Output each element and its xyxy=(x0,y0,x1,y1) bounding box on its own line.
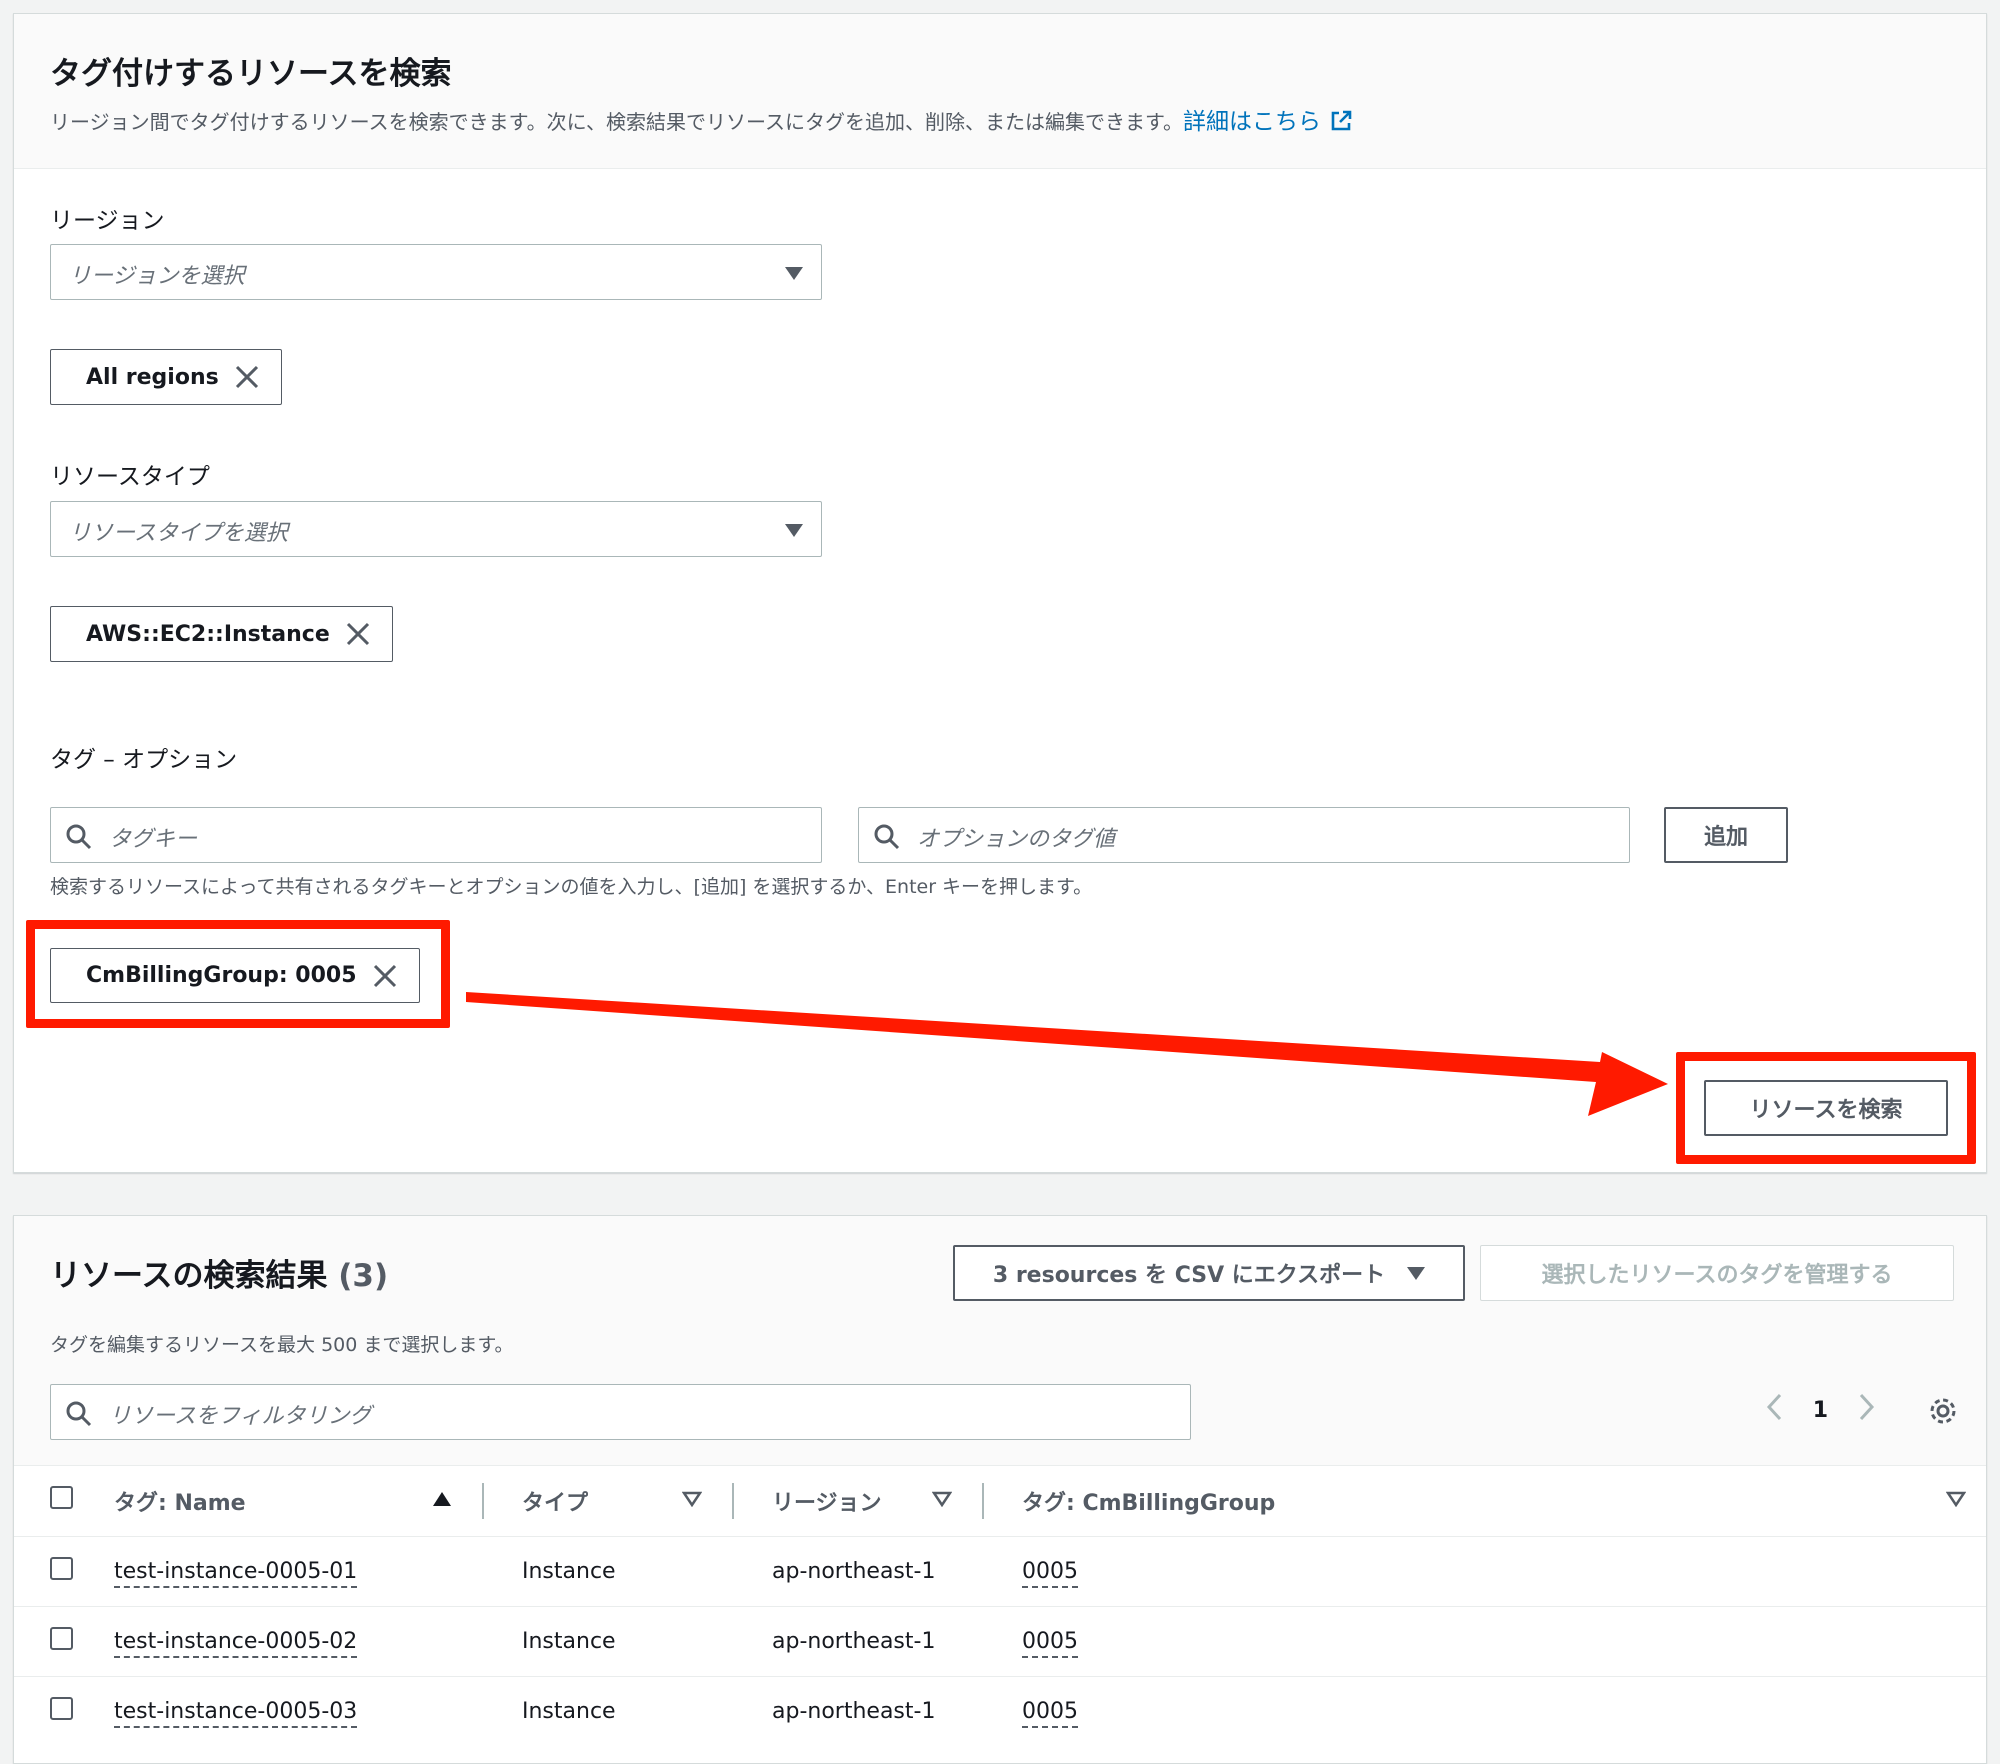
add-tag-button[interactable]: 追加 xyxy=(1664,807,1788,863)
search-results-panel: リソースの検索結果 (3) 3 resources を CSV にエクスポート … xyxy=(13,1215,1987,1764)
highlight-box-tag-token xyxy=(26,920,450,1028)
tags-label: タグ – オプション xyxy=(50,747,238,773)
pagination: 1 xyxy=(1765,1392,1876,1428)
column-billing-group-label: タグ: CmBillingGroup xyxy=(1022,1490,1276,1516)
caret-down-icon xyxy=(1407,1266,1426,1280)
billing-group-value[interactable]: 0005 xyxy=(1022,1558,1078,1588)
region-label: リージョン xyxy=(50,208,165,234)
cell-region: ap-northeast-1 xyxy=(772,1698,936,1724)
column-header-billing-group[interactable]: タグ: CmBillingGroup xyxy=(1004,1466,1986,1537)
select-all-checkbox[interactable] xyxy=(50,1486,73,1510)
sort-icon xyxy=(931,1488,953,1513)
results-title-text: リソースの検索結果 xyxy=(50,1258,328,1294)
filter-resources-input[interactable]: リソースをフィルタリング xyxy=(50,1384,1191,1440)
results-description: タグを編集するリソースを最大 500 まで選択します。 xyxy=(50,1334,514,1356)
column-type-label: タイプ xyxy=(522,1490,589,1516)
caret-down-icon xyxy=(785,524,803,537)
resource-name[interactable]: test-instance-0005-03 xyxy=(114,1698,358,1728)
sort-icon xyxy=(681,1488,703,1513)
search-icon xyxy=(873,823,901,855)
column-divider xyxy=(732,1482,734,1519)
resource-type-token: AWS::EC2::Instance xyxy=(50,606,393,662)
dismiss-icon[interactable] xyxy=(346,622,370,646)
row-checkbox[interactable] xyxy=(50,1556,73,1580)
cell-region: ap-northeast-1 xyxy=(754,1536,1004,1607)
resource-type-token-label: AWS::EC2::Instance xyxy=(86,621,330,647)
region-select[interactable]: リージョンを選択 xyxy=(50,244,822,300)
column-header-region[interactable]: リージョン xyxy=(754,1466,1004,1537)
resource-name[interactable]: test-instance-0005-01 xyxy=(114,1558,358,1588)
results-header: リソースの検索結果 (3) 3 resources を CSV にエクスポート … xyxy=(14,1216,1986,1466)
next-page-icon[interactable] xyxy=(1858,1392,1876,1428)
learn-more-link[interactable]: 詳細はこちら xyxy=(1183,109,1353,135)
dismiss-icon[interactable] xyxy=(235,365,259,389)
cell-billing-group: 0005 xyxy=(1004,1606,1986,1677)
billing-group-value[interactable]: 0005 xyxy=(1022,1698,1078,1728)
search-icon xyxy=(65,1400,93,1432)
current-page-number[interactable]: 1 xyxy=(1813,1398,1828,1423)
page-title: タグ付けするリソースを検索 xyxy=(50,56,452,92)
page-description: リージョン間でタグ付けするリソースを検索できます。次に、検索結果でリソースにタグ… xyxy=(50,102,1353,139)
tag-value-placeholder: オプションのタグ値 xyxy=(917,827,1116,852)
resource-type-select[interactable]: リソースタイプを選択 xyxy=(50,501,822,557)
row-checkbox[interactable] xyxy=(50,1696,73,1720)
export-csv-label: 3 resources を CSV にエクスポート xyxy=(992,1263,1386,1288)
gear-icon[interactable] xyxy=(1928,1396,1958,1430)
cell-name: test-instance-0005-02 xyxy=(114,1606,504,1677)
search-panel-header: タグ付けするリソースを検索 リージョン間でタグ付けするリソースを検索できます。次… xyxy=(14,14,1986,169)
billing-group-value[interactable]: 0005 xyxy=(1022,1628,1078,1658)
export-csv-button[interactable]: 3 resources を CSV にエクスポート xyxy=(953,1245,1465,1301)
resource-type-select-placeholder: リソースタイプを選択 xyxy=(69,521,288,546)
external-link-icon xyxy=(1329,109,1353,139)
table-row[interactable]: test-instance-0005-02 Instance ap-northe… xyxy=(14,1606,1986,1677)
region-token: All regions xyxy=(50,349,282,405)
tag-hint-text: 検索するリソースによって共有されるタグキーとオプションの値を入力し、[追加] を… xyxy=(50,876,1093,898)
table-header-row: タグ: Name タイプ リージョン タグ: CmBillingGroup xyxy=(14,1466,1986,1537)
sort-icon xyxy=(1945,1488,1967,1513)
manage-tags-button[interactable]: 選択したリソースのタグを管理する xyxy=(1480,1245,1954,1301)
tag-key-placeholder: タグキー xyxy=(109,827,198,852)
filter-placeholder: リソースをフィルタリング xyxy=(109,1404,372,1429)
highlight-box-search-button xyxy=(1676,1052,1976,1164)
column-divider xyxy=(482,1482,484,1519)
results-count: (3) xyxy=(338,1258,389,1294)
search-icon xyxy=(65,823,93,855)
row-select-cell xyxy=(14,1606,114,1677)
previous-page-icon[interactable] xyxy=(1765,1392,1783,1428)
cell-billing-group: 0005 xyxy=(1004,1676,1986,1746)
region-token-label: All regions xyxy=(86,364,219,390)
row-checkbox[interactable] xyxy=(50,1626,73,1650)
resource-name[interactable]: test-instance-0005-02 xyxy=(114,1628,358,1658)
row-select-cell xyxy=(14,1536,114,1607)
cell-name: test-instance-0005-03 xyxy=(114,1676,504,1746)
select-all-cell xyxy=(14,1466,114,1537)
caret-down-icon xyxy=(785,267,803,280)
tag-key-input[interactable]: タグキー xyxy=(50,807,822,863)
table-row[interactable]: test-instance-0005-03 Instance ap-northe… xyxy=(14,1676,1986,1746)
cell-type: Instance xyxy=(522,1698,616,1724)
column-region-label: リージョン xyxy=(772,1490,882,1516)
cell-billing-group: 0005 xyxy=(1004,1536,1986,1607)
column-header-name[interactable]: タグ: Name xyxy=(114,1466,504,1537)
cell-type: Instance xyxy=(504,1606,754,1677)
results-table: タグ: Name タイプ リージョン タグ: CmBillingGroup te… xyxy=(14,1466,1986,1746)
cell-type: Instance xyxy=(504,1536,754,1607)
learn-more-label: 詳細はこちら xyxy=(1183,109,1321,135)
row-select-cell xyxy=(14,1676,114,1746)
column-name-label: タグ: Name xyxy=(114,1490,246,1516)
cell-region: ap-northeast-1 xyxy=(754,1606,1004,1677)
tag-value-input[interactable]: オプションのタグ値 xyxy=(858,807,1630,863)
results-title: リソースの検索結果 (3) xyxy=(50,1250,388,1295)
region-select-placeholder: リージョンを選択 xyxy=(69,264,245,289)
table-row[interactable]: test-instance-0005-01 Instance ap-northe… xyxy=(14,1536,1986,1607)
column-divider xyxy=(982,1482,984,1519)
cell-name: test-instance-0005-01 xyxy=(114,1536,504,1607)
description-text: リージョン間でタグ付けするリソースを検索できます。次に、検索結果でリソースにタグ… xyxy=(50,110,1183,134)
resource-type-label: リソースタイプ xyxy=(50,464,210,490)
sort-ascending-icon xyxy=(432,1488,452,1513)
column-header-type[interactable]: タイプ xyxy=(504,1466,754,1537)
